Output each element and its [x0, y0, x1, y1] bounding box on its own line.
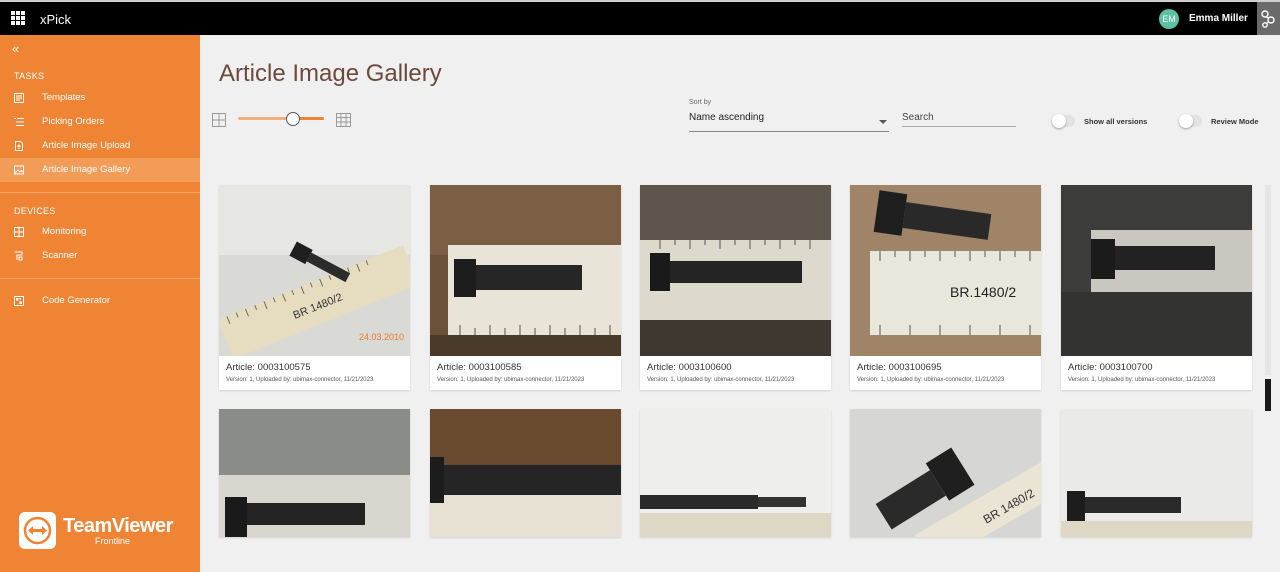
card-title: Article: 0003100695 [857, 362, 942, 373]
collapse-sidebar-icon[interactable]: « [12, 41, 19, 56]
sidebar: « TASKS Templates Picking Orders Article… [0, 35, 200, 572]
grid-icon [14, 227, 24, 237]
sidebar-item-label: Article Image Gallery [42, 164, 131, 175]
user-menu-button[interactable] [1257, 2, 1280, 35]
gallery-card[interactable]: Article: 0003100585 Version: 1, Uploaded… [430, 185, 621, 390]
main-content: Article Image Gallery Sort by Name ascen… [200, 35, 1280, 572]
sidebar-item-label: Templates [42, 92, 86, 103]
apps-grid-icon[interactable] [11, 11, 25, 25]
sidebar-item-templates[interactable]: Templates [0, 86, 200, 110]
sidebar-item-label: Code Generator [42, 295, 111, 306]
teamviewer-logo-icon [19, 512, 56, 549]
dropdown-arrow-icon [879, 120, 887, 124]
upload-icon [15, 141, 23, 151]
card-meta: Version: 1, Uploaded by: ubimax-connecto… [857, 377, 1005, 383]
review-mode-label: Review Mode [1211, 117, 1259, 126]
sidebar-item-label: Monitoring [42, 226, 87, 237]
scrollbar-thumb[interactable] [1265, 379, 1271, 411]
ruler-label: BR.1480/2 [950, 284, 1016, 300]
section-label-devices: DEVICES [14, 206, 56, 216]
gallery-card[interactable] [1061, 409, 1252, 537]
gallery-card[interactable] [640, 409, 831, 537]
sidebar-item-article-image-upload[interactable]: Article Image Upload [0, 134, 200, 158]
scanner-icon [14, 251, 23, 261]
sidebar-item-picking-orders[interactable]: Picking Orders [0, 110, 200, 134]
list-icon [14, 118, 24, 126]
gallery-icon [14, 165, 24, 175]
avatar[interactable]: EM [1159, 9, 1179, 29]
card-title: Article: 0003100585 [437, 362, 522, 373]
gallery-card[interactable]: Article: 0003100700 Version: 1, Uploaded… [1061, 185, 1252, 390]
sort-select[interactable]: Name ascending [689, 110, 889, 132]
top-bar: xPick EM Emma Miller [0, 0, 1280, 35]
logo-name: TeamViewer [63, 515, 173, 537]
card-meta: Version: 1, Uploaded by: ubimax-connecto… [437, 377, 585, 383]
sidebar-divider [0, 192, 200, 193]
sort-value: Name ascending [689, 112, 765, 123]
sidebar-divider [0, 278, 200, 279]
gallery-card[interactable]: BR 1480/2 24.03.2010 Article: 0003100575… [219, 185, 410, 390]
card-title: Article: 0003100700 [1068, 362, 1153, 373]
gallery-card[interactable]: Article: 0003100600 Version: 1, Uploaded… [640, 185, 831, 390]
logo-subtitle: Frontline [95, 536, 131, 546]
toggle-knob [1179, 114, 1193, 128]
network-icon [1261, 10, 1275, 28]
article-photo[interactable] [1061, 185, 1252, 356]
sidebar-item-label: Scanner [42, 250, 78, 261]
article-photo[interactable] [430, 185, 621, 356]
article-photo[interactable] [1061, 409, 1252, 537]
thumbnail-size-slider[interactable] [238, 112, 324, 126]
article-photo[interactable]: BR 1480/2 24.03.2010 [219, 185, 410, 356]
article-photo[interactable] [640, 409, 831, 537]
article-photo[interactable]: BR.1480/2 [850, 185, 1041, 356]
templates-icon [14, 93, 24, 103]
gallery-card[interactable]: BR.1480/2 Article: 0003100695 Version: 1… [850, 185, 1041, 390]
scrollbar-track[interactable] [1265, 185, 1271, 375]
sort-label: Sort by [689, 99, 712, 106]
toggle-knob [1052, 114, 1066, 128]
sidebar-item-article-image-gallery[interactable]: Article Image Gallery [0, 158, 200, 182]
sidebar-item-scanner[interactable]: Scanner [0, 244, 200, 268]
sidebar-item-label: Picking Orders [42, 116, 105, 127]
show-all-versions-label: Show all versions [1084, 117, 1148, 126]
section-label-tasks: TASKS [14, 71, 45, 81]
article-photo[interactable] [640, 185, 831, 356]
sidebar-item-label: Article Image Upload [42, 140, 131, 151]
gallery-card[interactable]: BR 1480/2 [850, 409, 1041, 537]
show-all-versions-toggle[interactable] [1052, 114, 1075, 128]
page-title: Article Image Gallery [219, 60, 442, 87]
card-meta: Version: 1, Uploaded by: ubimax-connecto… [1068, 377, 1216, 383]
article-photo[interactable] [430, 409, 621, 537]
search-input[interactable] [902, 109, 1016, 127]
card-title: Article: 0003100600 [647, 362, 732, 373]
slider-thumb[interactable] [286, 112, 300, 126]
gallery-card[interactable] [430, 409, 621, 537]
card-meta: Version: 1, Uploaded by: ubimax-connecto… [647, 377, 795, 383]
sidebar-item-code-generator[interactable]: Code Generator [0, 289, 200, 313]
small-grid-icon[interactable] [212, 113, 226, 127]
card-meta: Version: 1, Uploaded by: ubimax-connecto… [226, 377, 374, 383]
user-name[interactable]: Emma Miller [1189, 13, 1248, 24]
gallery-card[interactable] [219, 409, 410, 537]
app-title: xPick [40, 12, 72, 27]
review-mode-toggle[interactable] [1179, 114, 1202, 128]
article-photo[interactable]: BR 1480/2 [850, 409, 1041, 537]
card-title: Article: 0003100575 [226, 362, 311, 373]
sidebar-item-monitoring[interactable]: Monitoring [0, 220, 200, 244]
article-photo[interactable] [219, 409, 410, 537]
large-grid-icon[interactable] [336, 113, 351, 127]
qr-icon [14, 296, 24, 306]
date-stamp: 24.03.2010 [359, 332, 404, 342]
